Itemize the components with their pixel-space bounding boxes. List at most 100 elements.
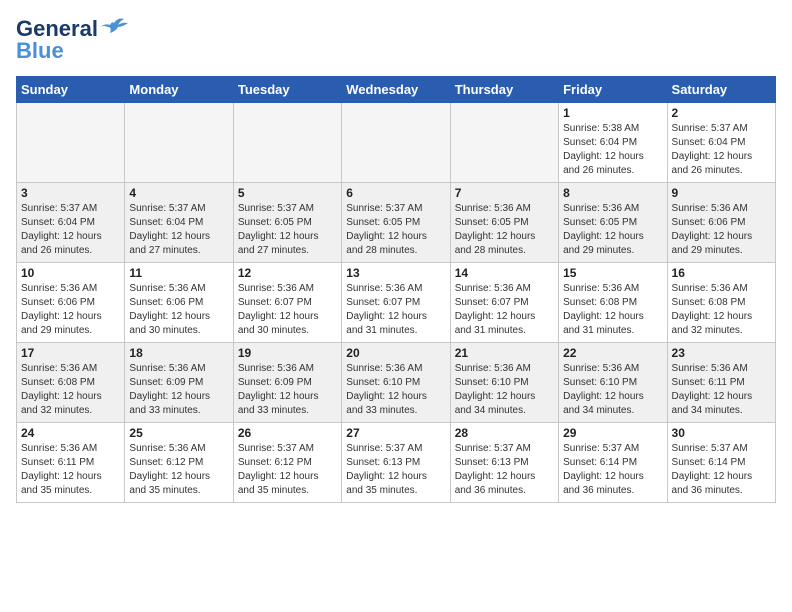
page-header: General Blue bbox=[16, 16, 776, 64]
day-info: Sunrise: 5:36 AM Sunset: 6:05 PM Dayligh… bbox=[455, 202, 554, 258]
day-info: Sunrise: 5:36 AM Sunset: 6:08 PM Dayligh… bbox=[21, 362, 120, 418]
calendar-day-header: Thursday bbox=[450, 77, 558, 103]
day-number: 9 bbox=[672, 186, 771, 200]
day-number: 30 bbox=[672, 426, 771, 440]
day-info: Sunrise: 5:37 AM Sunset: 6:05 PM Dayligh… bbox=[346, 202, 445, 258]
calendar-day-cell: 22Sunrise: 5:36 AM Sunset: 6:10 PM Dayli… bbox=[559, 343, 667, 423]
day-number: 25 bbox=[129, 426, 228, 440]
day-number: 16 bbox=[672, 266, 771, 280]
calendar-day-header: Saturday bbox=[667, 77, 775, 103]
calendar-day-header: Tuesday bbox=[233, 77, 341, 103]
day-number: 20 bbox=[346, 346, 445, 360]
calendar-day-cell bbox=[450, 103, 558, 183]
day-info: Sunrise: 5:36 AM Sunset: 6:09 PM Dayligh… bbox=[238, 362, 337, 418]
calendar-day-cell: 13Sunrise: 5:36 AM Sunset: 6:07 PM Dayli… bbox=[342, 263, 450, 343]
day-number: 28 bbox=[455, 426, 554, 440]
calendar-day-header: Wednesday bbox=[342, 77, 450, 103]
logo-blue: Blue bbox=[16, 38, 64, 64]
calendar-day-cell: 19Sunrise: 5:36 AM Sunset: 6:09 PM Dayli… bbox=[233, 343, 341, 423]
day-info: Sunrise: 5:36 AM Sunset: 6:12 PM Dayligh… bbox=[129, 442, 228, 498]
day-info: Sunrise: 5:38 AM Sunset: 6:04 PM Dayligh… bbox=[563, 122, 662, 178]
calendar-day-header: Sunday bbox=[17, 77, 125, 103]
day-info: Sunrise: 5:36 AM Sunset: 6:05 PM Dayligh… bbox=[563, 202, 662, 258]
calendar-day-cell: 1 Sunrise: 5:38 AM Sunset: 6:04 PM Daylig… bbox=[559, 103, 667, 183]
calendar-day-cell: 27 Sunrise: 5:37 AM Sunset: 6:13 PM Dayli… bbox=[342, 423, 450, 503]
day-number: 11 bbox=[129, 266, 228, 280]
calendar-week-row: 24 Sunrise: 5:36 AM Sunset: 6:11 PM Dayli… bbox=[17, 423, 776, 503]
day-info: Sunrise: 5:37 AM Sunset: 6:14 PM Dayligh… bbox=[672, 442, 771, 498]
calendar-day-cell: 4Sunrise: 5:37 AM Sunset: 6:04 PM Daylig… bbox=[125, 183, 233, 263]
calendar-day-cell: 29Sunrise: 5:37 AM Sunset: 6:14 PM Dayli… bbox=[559, 423, 667, 503]
day-number: 14 bbox=[455, 266, 554, 280]
calendar-day-cell: 15 Sunrise: 5:36 AM Sunset: 6:08 PM Dayli… bbox=[559, 263, 667, 343]
day-number: 4 bbox=[129, 186, 228, 200]
day-info: Sunrise: 5:37 AM Sunset: 6:13 PM Dayligh… bbox=[346, 442, 445, 498]
calendar-day-cell: 18 Sunrise: 5:36 AM Sunset: 6:09 PM Dayli… bbox=[125, 343, 233, 423]
day-number: 3 bbox=[21, 186, 120, 200]
day-info: Sunrise: 5:37 AM Sunset: 6:04 PM Dayligh… bbox=[672, 122, 771, 178]
day-number: 8 bbox=[563, 186, 662, 200]
calendar-day-cell: 9 Sunrise: 5:36 AM Sunset: 6:06 PM Daylig… bbox=[667, 183, 775, 263]
day-info: Sunrise: 5:36 AM Sunset: 6:11 PM Dayligh… bbox=[672, 362, 771, 418]
calendar-day-cell: 30 Sunrise: 5:37 AM Sunset: 6:14 PM Dayli… bbox=[667, 423, 775, 503]
calendar-day-cell bbox=[233, 103, 341, 183]
calendar-day-cell: 6 Sunrise: 5:37 AM Sunset: 6:05 PM Daylig… bbox=[342, 183, 450, 263]
day-info: Sunrise: 5:36 AM Sunset: 6:11 PM Dayligh… bbox=[21, 442, 120, 498]
day-number: 18 bbox=[129, 346, 228, 360]
calendar-day-header: Monday bbox=[125, 77, 233, 103]
calendar-week-row: 3Sunrise: 5:37 AM Sunset: 6:04 PM Daylig… bbox=[17, 183, 776, 263]
day-number: 23 bbox=[672, 346, 771, 360]
calendar-day-cell: 16 Sunrise: 5:36 AM Sunset: 6:08 PM Dayli… bbox=[667, 263, 775, 343]
calendar-day-cell: 10 Sunrise: 5:36 AM Sunset: 6:06 PM Dayli… bbox=[17, 263, 125, 343]
calendar-day-cell: 5Sunrise: 5:37 AM Sunset: 6:05 PM Daylig… bbox=[233, 183, 341, 263]
day-number: 21 bbox=[455, 346, 554, 360]
calendar-week-row: 10 Sunrise: 5:36 AM Sunset: 6:06 PM Dayli… bbox=[17, 263, 776, 343]
day-info: Sunrise: 5:37 AM Sunset: 6:05 PM Dayligh… bbox=[238, 202, 337, 258]
day-info: Sunrise: 5:36 AM Sunset: 6:08 PM Dayligh… bbox=[563, 282, 662, 338]
day-info: Sunrise: 5:36 AM Sunset: 6:10 PM Dayligh… bbox=[455, 362, 554, 418]
day-number: 1 bbox=[563, 106, 662, 120]
day-info: Sunrise: 5:36 AM Sunset: 6:08 PM Dayligh… bbox=[672, 282, 771, 338]
day-info: Sunrise: 5:36 AM Sunset: 6:06 PM Dayligh… bbox=[129, 282, 228, 338]
calendar-day-cell: 21 Sunrise: 5:36 AM Sunset: 6:10 PM Dayli… bbox=[450, 343, 558, 423]
calendar-day-cell: 25 Sunrise: 5:36 AM Sunset: 6:12 PM Dayli… bbox=[125, 423, 233, 503]
logo-bird-icon bbox=[100, 17, 128, 37]
calendar-day-cell: 8 Sunrise: 5:36 AM Sunset: 6:05 PM Daylig… bbox=[559, 183, 667, 263]
calendar-week-row: 1 Sunrise: 5:38 AM Sunset: 6:04 PM Daylig… bbox=[17, 103, 776, 183]
day-number: 27 bbox=[346, 426, 445, 440]
calendar-table: SundayMondayTuesdayWednesdayThursdayFrid… bbox=[16, 76, 776, 503]
day-info: Sunrise: 5:36 AM Sunset: 6:07 PM Dayligh… bbox=[238, 282, 337, 338]
day-info: Sunrise: 5:37 AM Sunset: 6:12 PM Dayligh… bbox=[238, 442, 337, 498]
calendar-day-cell: 23 Sunrise: 5:36 AM Sunset: 6:11 PM Dayli… bbox=[667, 343, 775, 423]
day-number: 17 bbox=[21, 346, 120, 360]
calendar-day-header: Friday bbox=[559, 77, 667, 103]
day-number: 6 bbox=[346, 186, 445, 200]
day-number: 7 bbox=[455, 186, 554, 200]
day-info: Sunrise: 5:36 AM Sunset: 6:07 PM Dayligh… bbox=[455, 282, 554, 338]
day-number: 10 bbox=[21, 266, 120, 280]
day-info: Sunrise: 5:36 AM Sunset: 6:07 PM Dayligh… bbox=[346, 282, 445, 338]
day-info: Sunrise: 5:36 AM Sunset: 6:06 PM Dayligh… bbox=[21, 282, 120, 338]
calendar-day-cell: 28 Sunrise: 5:37 AM Sunset: 6:13 PM Dayli… bbox=[450, 423, 558, 503]
calendar-day-cell bbox=[125, 103, 233, 183]
day-number: 12 bbox=[238, 266, 337, 280]
calendar-day-cell bbox=[342, 103, 450, 183]
logo: General Blue bbox=[16, 16, 128, 64]
day-info: Sunrise: 5:36 AM Sunset: 6:06 PM Dayligh… bbox=[672, 202, 771, 258]
day-info: Sunrise: 5:37 AM Sunset: 6:13 PM Dayligh… bbox=[455, 442, 554, 498]
calendar-day-cell: 7 Sunrise: 5:36 AM Sunset: 6:05 PM Daylig… bbox=[450, 183, 558, 263]
calendar-day-cell: 2Sunrise: 5:37 AM Sunset: 6:04 PM Daylig… bbox=[667, 103, 775, 183]
day-number: 26 bbox=[238, 426, 337, 440]
calendar-day-cell: 14 Sunrise: 5:36 AM Sunset: 6:07 PM Dayli… bbox=[450, 263, 558, 343]
calendar-day-cell: 24 Sunrise: 5:36 AM Sunset: 6:11 PM Dayli… bbox=[17, 423, 125, 503]
day-number: 24 bbox=[21, 426, 120, 440]
calendar-week-row: 17 Sunrise: 5:36 AM Sunset: 6:08 PM Dayli… bbox=[17, 343, 776, 423]
day-info: Sunrise: 5:36 AM Sunset: 6:10 PM Dayligh… bbox=[346, 362, 445, 418]
day-info: Sunrise: 5:36 AM Sunset: 6:09 PM Dayligh… bbox=[129, 362, 228, 418]
calendar-day-cell: 20 Sunrise: 5:36 AM Sunset: 6:10 PM Dayli… bbox=[342, 343, 450, 423]
day-number: 15 bbox=[563, 266, 662, 280]
calendar-day-cell bbox=[17, 103, 125, 183]
calendar-day-cell: 11 Sunrise: 5:36 AM Sunset: 6:06 PM Dayli… bbox=[125, 263, 233, 343]
day-number: 29 bbox=[563, 426, 662, 440]
calendar-header-row: SundayMondayTuesdayWednesdayThursdayFrid… bbox=[17, 77, 776, 103]
